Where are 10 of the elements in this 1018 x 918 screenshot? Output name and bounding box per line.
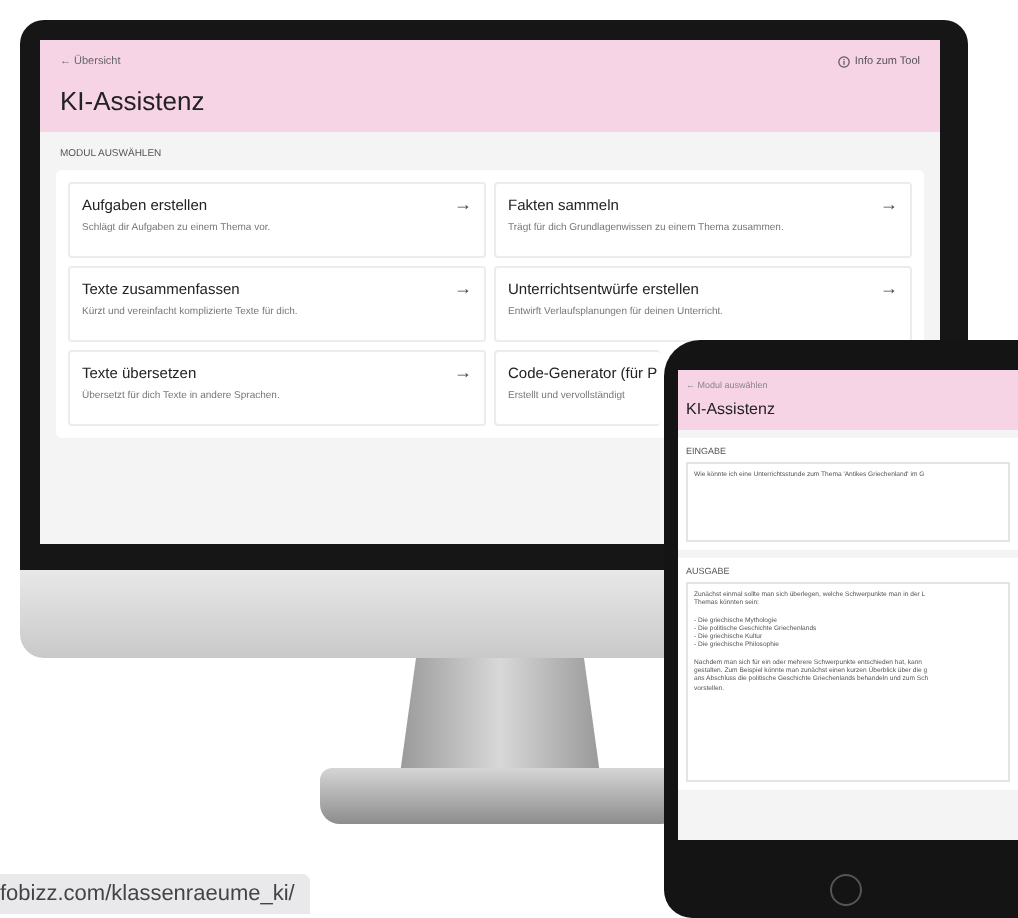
page-title: KI-Assistenz bbox=[60, 86, 207, 116]
home-button[interactable] bbox=[830, 874, 862, 906]
page-title: KI-Assistenz bbox=[686, 400, 777, 418]
arrow-icon: → bbox=[454, 196, 472, 214]
arrow-icon: → bbox=[880, 280, 898, 298]
info-icon bbox=[838, 56, 851, 68]
url-label: fobizz.com/klassenraeume_ki/ bbox=[0, 874, 311, 914]
arrow-icon: → bbox=[454, 280, 472, 298]
arrow-icon: → bbox=[454, 364, 472, 382]
arrow-icon: → bbox=[880, 196, 898, 214]
